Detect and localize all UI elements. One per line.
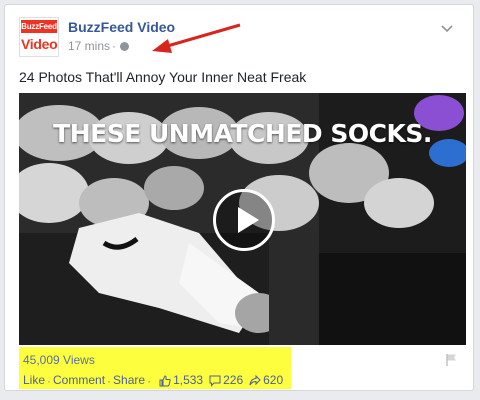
dot-separator: ·: [47, 373, 52, 388]
dot-separator: ·: [107, 373, 112, 388]
likes-count[interactable]: 1,533: [173, 373, 203, 387]
shares-count[interactable]: 620: [263, 373, 283, 387]
share-link[interactable]: Share: [113, 373, 145, 387]
play-button[interactable]: [213, 189, 275, 251]
post-timestamp[interactable]: 17 mins: [68, 39, 110, 53]
thumbs-up-icon[interactable]: [159, 375, 171, 387]
comment-icon[interactable]: [209, 375, 221, 387]
play-icon: [238, 207, 259, 233]
feed-post: BuzzFeed Video BuzzFeed Video 17 mins · 2…: [4, 4, 474, 391]
comment-link[interactable]: Comment: [53, 373, 105, 387]
globe-icon: [120, 42, 130, 51]
meta-separator: ·: [112, 39, 117, 53]
comments-count[interactable]: 226: [223, 373, 243, 387]
like-link[interactable]: Like: [23, 373, 45, 387]
chevron-down-icon[interactable]: [441, 25, 453, 33]
video-overlay-title: THESE UNMATCHED SOCKS.: [53, 119, 432, 148]
post-caption: 24 Photos That'll Annoy Your Inner Neat …: [19, 69, 307, 85]
video-player[interactable]: THESE UNMATCHED SOCKS.: [19, 93, 466, 345]
share-icon[interactable]: [249, 374, 261, 387]
post-meta: 17 mins ·: [68, 39, 130, 53]
annotation-arrow: [152, 23, 241, 53]
view-count: 45,009 Views: [23, 353, 95, 367]
dot-separator: ·: [147, 373, 152, 388]
action-bar: Like · Comment · Share · 1,533 226 620: [23, 373, 283, 388]
flag-icon[interactable]: [445, 353, 459, 367]
avatar-logo-top: BuzzFeed: [21, 20, 57, 33]
page-avatar[interactable]: BuzzFeed Video: [19, 17, 59, 57]
avatar-logo-bottom: Video: [21, 36, 58, 52]
